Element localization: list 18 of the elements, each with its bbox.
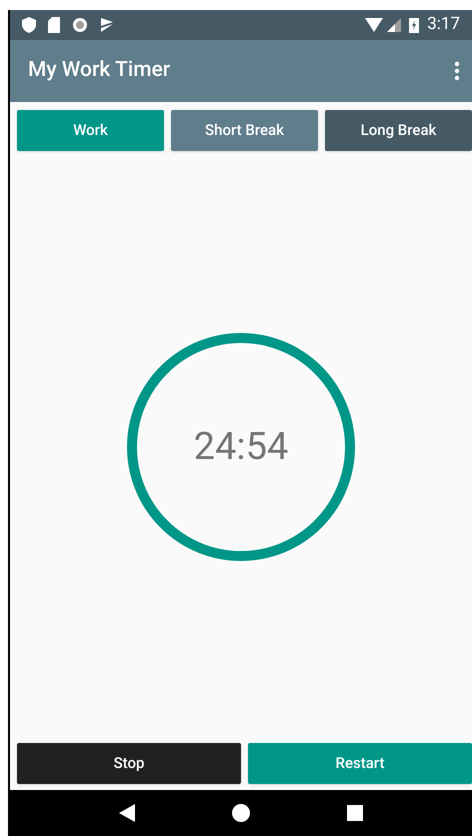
battery-icon <box>409 17 420 33</box>
wifi-icon <box>365 18 384 32</box>
status-time: 3:17 <box>427 13 460 36</box>
timer-text: 24:54 <box>194 424 288 470</box>
action-button[interactable]: Stop <box>17 743 241 784</box>
circle-icon <box>72 17 88 33</box>
back-icon[interactable] <box>118 804 135 822</box>
tab[interactable]: Work <box>17 110 164 151</box>
sd-card-icon <box>48 17 60 33</box>
more-options-icon[interactable] <box>454 61 460 81</box>
home-icon[interactable] <box>232 804 250 822</box>
app-title: My Work Timer <box>28 57 172 84</box>
tab[interactable]: Long Break <box>325 110 472 151</box>
shield-icon <box>22 17 36 33</box>
action-button[interactable]: Restart <box>248 743 472 784</box>
signal-icon <box>387 18 402 32</box>
tab[interactable]: Short Break <box>171 110 318 151</box>
recents-icon[interactable] <box>347 805 364 821</box>
